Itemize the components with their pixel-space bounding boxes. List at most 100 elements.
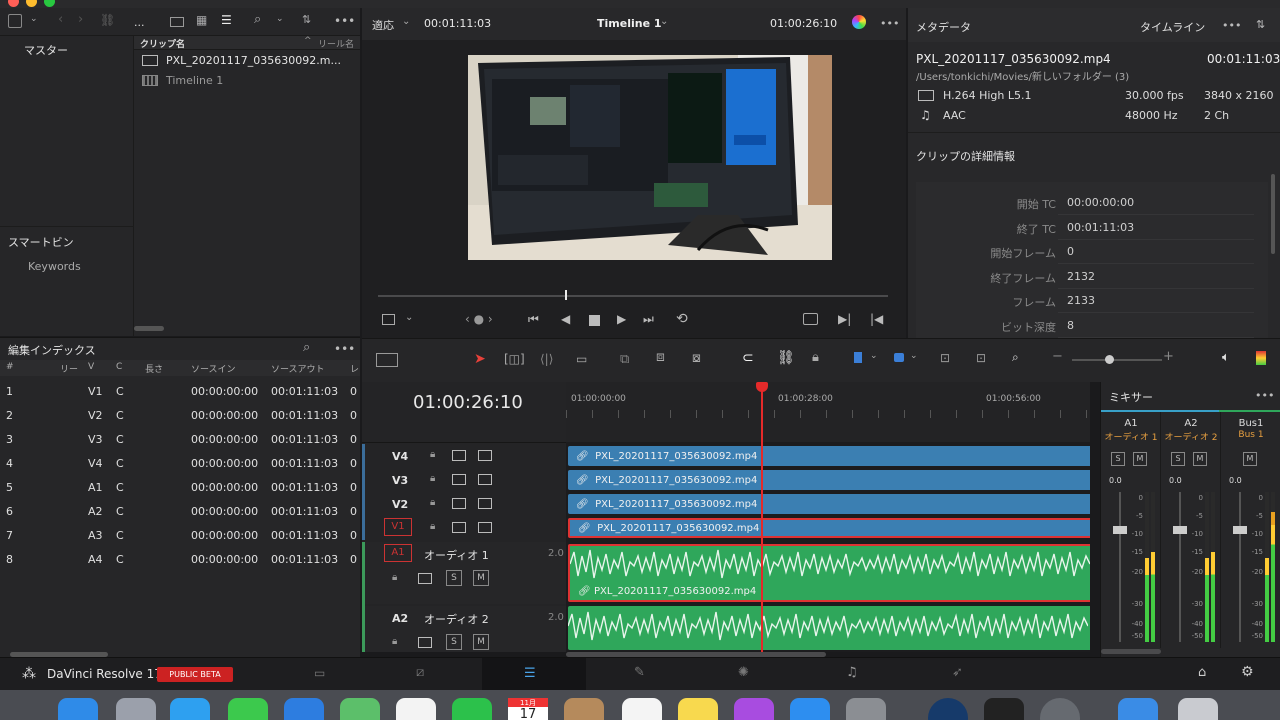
zoom-in-icon[interactable]: + — [1163, 349, 1174, 364]
prev-clip-icon[interactable]: ‹ ● › — [465, 312, 493, 326]
facetime-icon[interactable] — [452, 698, 492, 720]
source-patch-v1[interactable]: V1 — [384, 518, 412, 536]
col-clip-name[interactable]: クリップ名 — [140, 37, 185, 50]
options-icon[interactable]: ••• — [880, 17, 899, 30]
replace-clip-icon[interactable]: ⧇ — [692, 350, 701, 366]
master-bin[interactable]: マスター — [24, 42, 68, 58]
auto-select-icon[interactable] — [452, 522, 466, 533]
solo-button[interactable]: S — [446, 634, 462, 650]
source-patch-a1[interactable]: A1 — [384, 544, 412, 562]
auto-select-icon[interactable] — [452, 450, 466, 461]
viewer-scrubber[interactable] — [378, 295, 888, 297]
timeline-name-dropdown[interactable]: Timeline 1 — [597, 17, 662, 30]
horizontal-scrollbar[interactable] — [134, 326, 164, 331]
zoom-detail-icon[interactable]: ⊡ — [976, 351, 986, 365]
trim-tool-icon[interactable]: [◫] — [504, 352, 525, 366]
app-store-icon[interactable] — [790, 698, 830, 720]
downloads-folder-icon[interactable] — [1118, 698, 1158, 720]
track-enable-icon[interactable] — [478, 522, 492, 533]
auto-select-icon[interactable] — [418, 637, 432, 648]
playhead-line[interactable] — [761, 390, 763, 652]
linked-selection-icon[interactable]: ⛓ — [777, 350, 795, 366]
list-view-icon[interactable]: ☰ — [221, 13, 232, 27]
zoom-window-button[interactable] — [44, 0, 55, 7]
audio-meter-icon[interactable] — [1256, 351, 1266, 365]
trash-icon[interactable] — [1178, 698, 1218, 720]
timeline-ruler[interactable]: 01:00:00:00 01:00:28:00 01:00:56:00 — [566, 382, 1090, 442]
col-c[interactable]: C — [116, 362, 122, 372]
marker-icon[interactable] — [894, 353, 904, 362]
mute-button[interactable]: M — [1243, 452, 1257, 466]
timeline-view-options-icon[interactable] — [376, 353, 398, 367]
solo-button[interactable]: S — [1111, 452, 1125, 466]
options-icon[interactable]: ••• — [334, 14, 355, 28]
col-duration[interactable]: 長さ — [145, 362, 163, 375]
audio-clip-a1[interactable]: 🔗︎ PXL_20201117_035630092.mp4 — [568, 544, 1090, 602]
photos-icon[interactable] — [396, 698, 436, 720]
sort-icon[interactable]: ⇅ — [302, 13, 311, 26]
auto-select-icon[interactable] — [452, 498, 466, 509]
safari-icon[interactable] — [170, 698, 210, 720]
solo-button[interactable]: S — [1171, 452, 1185, 466]
table-row[interactable]: 7 A3 C 00:00:00:00 00:01:11:03 0 — [0, 524, 360, 548]
col-reel[interactable]: リー — [60, 362, 78, 375]
audio-clip-a2[interactable] — [568, 606, 1090, 650]
chevron-down-icon[interactable]: ⌄ — [30, 14, 38, 24]
jump-start-icon[interactable]: ⏮ — [528, 312, 539, 327]
davinci-resolve-dock-icon[interactable] — [928, 698, 968, 720]
next-edit-icon[interactable]: ▶| — [838, 312, 851, 326]
jump-end-icon[interactable]: ⏭ — [643, 312, 654, 327]
table-row[interactable]: 4 V4 C 00:00:00:00 00:01:11:03 0 — [0, 452, 360, 476]
notes-icon[interactable] — [678, 698, 718, 720]
panel-toggle-icon[interactable] — [8, 14, 22, 28]
link-icon[interactable]: ⛓ — [100, 13, 115, 27]
options-icon[interactable]: ••• — [1222, 19, 1241, 32]
lock-icon[interactable]: 🔒︎ — [430, 449, 435, 460]
table-row[interactable]: 3 V3 C 00:00:00:00 00:01:11:03 0 — [0, 428, 360, 452]
mixer-scrollbar[interactable] — [1101, 649, 1161, 654]
fusion-page-icon[interactable]: ✎ — [634, 665, 645, 680]
selection-tool-icon[interactable]: ➤ — [474, 351, 486, 367]
play-icon[interactable]: ▶ — [617, 312, 626, 326]
mute-button[interactable]: M — [473, 634, 489, 650]
search-icon[interactable]: ⌕ — [303, 340, 310, 355]
podcasts-icon[interactable] — [734, 698, 774, 720]
stop-icon[interactable] — [589, 315, 600, 326]
mute-button[interactable]: M — [1133, 452, 1147, 466]
sort-up-icon[interactable]: ^ — [304, 36, 312, 46]
launchpad-icon[interactable] — [116, 698, 156, 720]
flag-icon[interactable] — [854, 352, 862, 363]
reminders-icon[interactable] — [622, 698, 662, 720]
search-icon[interactable]: ⌕ — [254, 12, 261, 27]
media-page-icon[interactable]: ▭ — [314, 666, 325, 680]
system-preferences-icon[interactable] — [846, 698, 886, 720]
table-row[interactable]: 6 A2 C 00:00:00:00 00:01:11:03 0 — [0, 500, 360, 524]
zoom-slider[interactable] — [1072, 359, 1162, 361]
finder-icon[interactable] — [58, 698, 98, 720]
lock-icon[interactable]: 🔒︎ — [392, 636, 397, 647]
match-frame-icon[interactable] — [803, 313, 818, 325]
sort-icon[interactable]: ⇅ — [1256, 18, 1265, 31]
video-clip-v2[interactable]: 🔗︎ PXL_20201117_035630092.mp4 — [568, 494, 1090, 514]
fader-track[interactable] — [1239, 492, 1241, 642]
zoom-custom-icon[interactable]: ⌕ — [1012, 350, 1019, 365]
forward-icon[interactable]: › — [78, 12, 83, 27]
position-lock-icon[interactable]: 🔒︎ — [812, 350, 819, 365]
transform-icon[interactable] — [382, 314, 395, 325]
prev-edit-icon[interactable]: |◀ — [870, 312, 883, 326]
chevron-down-icon[interactable]: ⌄ — [405, 312, 413, 323]
zoom-fit-dropdown[interactable]: 適応 — [372, 17, 394, 33]
chevron-down-icon[interactable]: ⌄ — [402, 16, 410, 27]
track-enable-icon[interactable] — [478, 498, 492, 509]
clip-row[interactable]: PXL_20201117_035630092.m... — [134, 52, 360, 70]
color-page-icon[interactable]: ✺ — [738, 665, 749, 680]
gear-icon[interactable]: ⚙ — [1241, 664, 1254, 680]
table-row[interactable]: 8 A4 C 00:00:00:00 00:01:11:03 0 — [0, 548, 360, 572]
fader-track[interactable] — [1119, 492, 1121, 642]
fader-track[interactable] — [1179, 492, 1181, 642]
lock-icon[interactable]: 🔒︎ — [430, 497, 435, 508]
auto-select-icon[interactable] — [418, 573, 432, 584]
options-icon[interactable]: ••• — [334, 342, 355, 356]
mute-button[interactable]: M — [1193, 452, 1207, 466]
zoom-slider-handle[interactable] — [1105, 355, 1114, 364]
